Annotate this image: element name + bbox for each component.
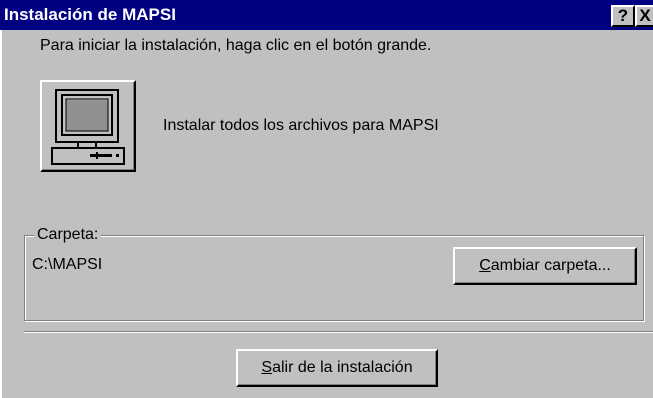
- exit-setup-label: alir de la instalación: [272, 359, 413, 376]
- folder-path-value: C:\MAPSI: [32, 256, 103, 273]
- computer-icon: [51, 89, 125, 165]
- instruction-text: Para iniciar la instalación, haga clic e…: [40, 37, 432, 54]
- divider: [24, 331, 653, 333]
- install-all-button[interactable]: [40, 80, 136, 172]
- title-bar[interactable]: Instalación de MAPSI ? X: [0, 0, 653, 30]
- folder-group-label: Carpeta:: [34, 226, 102, 244]
- window-title: Instalación de MAPSI: [4, 5, 176, 24]
- close-button[interactable]: X: [635, 5, 653, 27]
- setup-dialog: Instalación de MAPSI ? X Para iniciar la…: [0, 0, 653, 398]
- change-folder-label: ambiar carpeta...: [490, 257, 611, 274]
- install-label: Instalar todos los archivos para MAPSI: [163, 117, 439, 134]
- help-button[interactable]: ?: [611, 5, 635, 27]
- exit-setup-button[interactable]: Salir de la instalación: [236, 349, 438, 387]
- window-edge: [0, 30, 2, 398]
- change-folder-button[interactable]: Cambiar carpeta...: [453, 247, 637, 285]
- exit-setup-mnemonic: S: [261, 359, 273, 376]
- change-folder-mnemonic: C: [479, 257, 491, 274]
